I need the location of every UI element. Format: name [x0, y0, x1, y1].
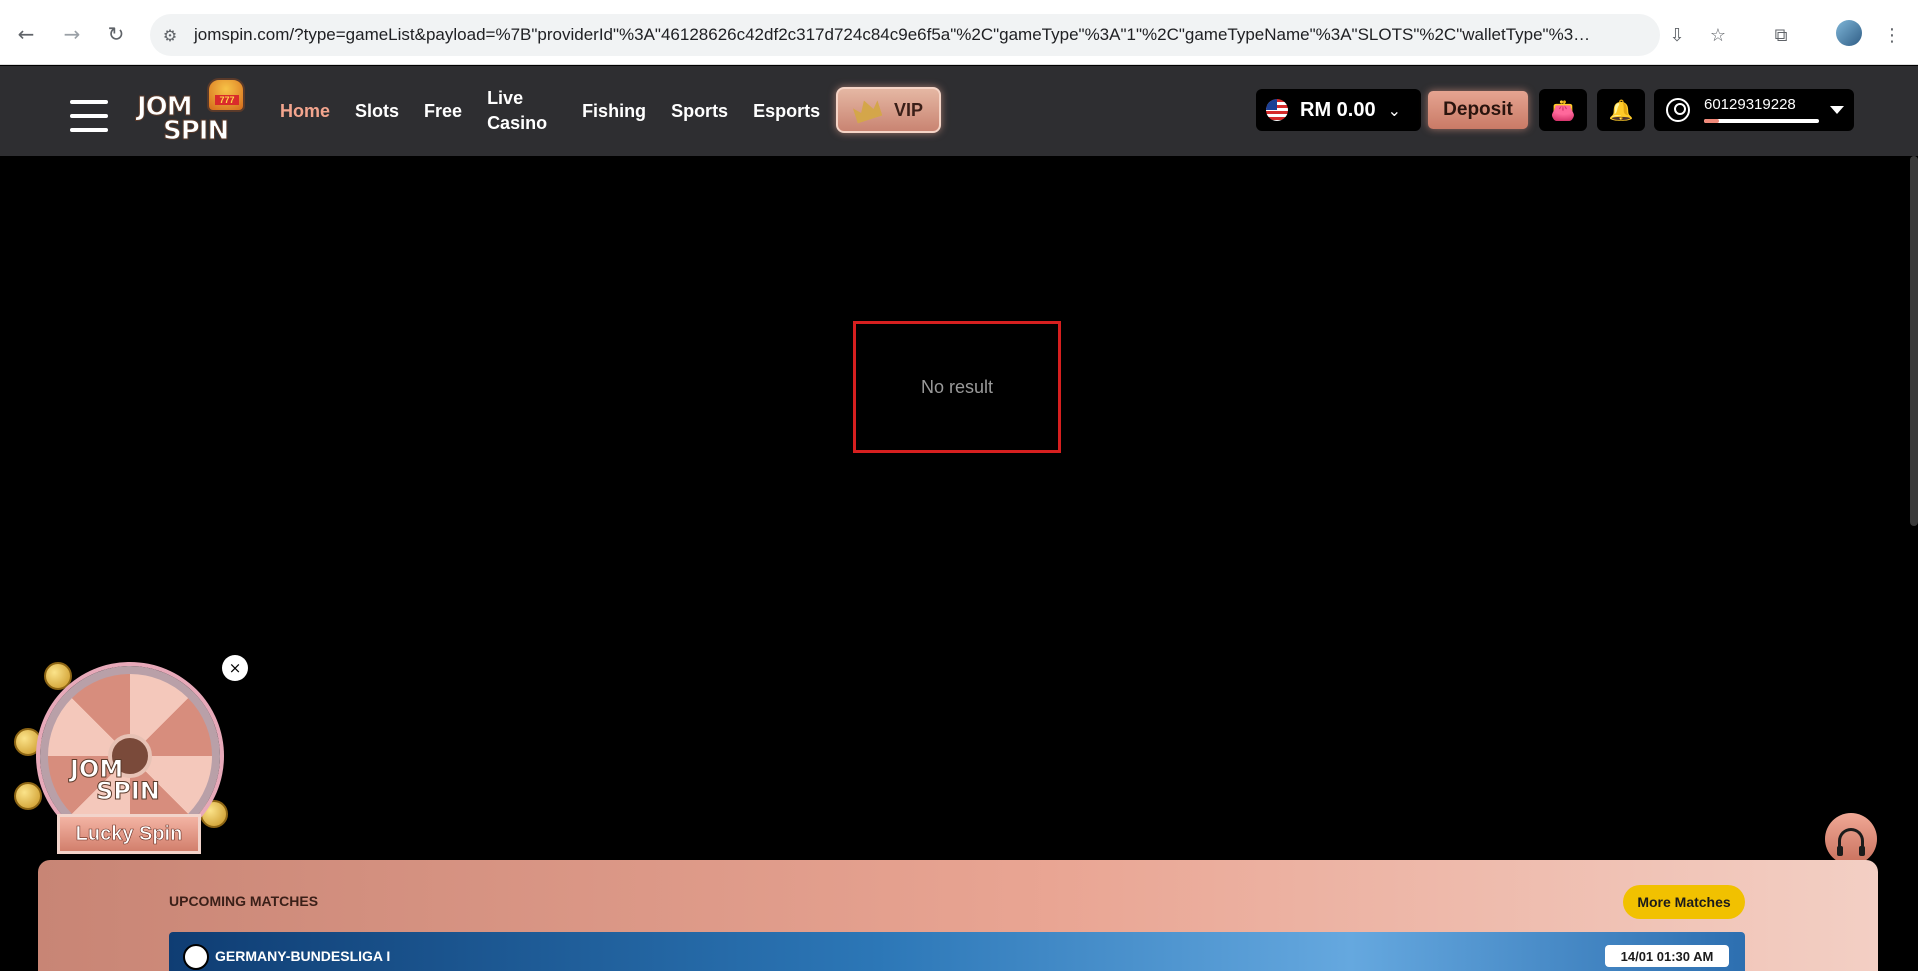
logo-slot-text: 777 [215, 95, 239, 105]
bell-icon[interactable]: 🔔 [1597, 89, 1645, 131]
extensions-icon[interactable]: ⧉ [1766, 20, 1796, 50]
coin-icon [14, 782, 42, 810]
address-bar[interactable]: ⚙ jomspin.com/?type=gameList&payload=%7B… [150, 14, 1660, 56]
level-progress-fill [1704, 119, 1719, 123]
url-text[interactable]: jomspin.com/?type=gameList&payload=%7B"p… [190, 25, 1600, 45]
profile-avatar[interactable] [1836, 20, 1862, 46]
vip-label: VIP [893, 99, 923, 120]
forward-icon[interactable]: → [56, 18, 88, 50]
nav-esports[interactable]: Esports [753, 99, 820, 124]
main-nav: Home Slots Free Live Casino Fishing Spor… [280, 66, 845, 156]
nav-slots[interactable]: Slots [355, 99, 399, 124]
wallet-icon[interactable]: 👛 [1539, 89, 1587, 131]
nav-free[interactable]: Free [424, 99, 462, 124]
slot-machine-icon: 777 [207, 78, 245, 112]
reload-icon[interactable]: ↻ [100, 18, 132, 50]
install-icon[interactable]: ⇩ [1662, 20, 1692, 50]
browser-menu-icon[interactable]: ⋮ [1877, 20, 1907, 50]
crown-icon [852, 96, 883, 123]
upcoming-matches-panel: UPCOMING MATCHES More Matches GERMANY-BU… [38, 860, 1878, 971]
user-account-dropdown[interactable]: 60129319228 [1654, 89, 1854, 131]
match-league: GERMANY-BUNDESLIGA I [215, 948, 391, 964]
hamburger-menu-icon[interactable] [70, 100, 108, 132]
deposit-button[interactable]: Deposit [1428, 91, 1528, 129]
match-time: 14/01 01:30 AM [1605, 945, 1729, 967]
close-icon[interactable]: × [222, 655, 248, 681]
upcoming-matches-title: UPCOMING MATCHES [169, 893, 319, 909]
site-header: 777 JOM SPIN Home Slots Free Live Casino… [0, 66, 1918, 156]
nav-fishing[interactable]: Fishing [582, 99, 646, 124]
back-icon[interactable]: ← [10, 18, 42, 50]
chevron-down-icon: ⌄ [1387, 100, 1401, 120]
nav-home[interactable]: Home [280, 99, 330, 124]
logo-text-spin: SPIN [162, 116, 229, 147]
site-info-icon[interactable]: ⚙ [150, 26, 190, 45]
coin-icon [14, 728, 42, 756]
page-scrollbar[interactable] [1910, 156, 1918, 526]
more-matches-button[interactable]: More Matches [1623, 885, 1745, 919]
caret-down-icon [1830, 106, 1844, 114]
coin-icon [44, 662, 72, 690]
level-progress-bar [1704, 119, 1819, 123]
username: 60129319228 [1704, 96, 1796, 113]
malaysia-flag-icon [1266, 99, 1288, 121]
bookmark-icon[interactable]: ☆ [1703, 20, 1733, 50]
no-result-highlight: No result [853, 321, 1061, 453]
lucky-spin-logo: JOM SPIN [69, 757, 161, 805]
lucky-spin-logo-spin: SPIN [96, 777, 161, 805]
vip-button[interactable]: VIP [836, 87, 941, 133]
user-icon [1666, 98, 1690, 122]
balance-amount: RM 0.00 [1300, 98, 1376, 121]
browser-toolbar: ← → ↻ ⚙ jomspin.com/?type=gameList&paylo… [0, 0, 1918, 65]
lucky-spin-button[interactable]: Lucky Spin [57, 814, 201, 854]
nav-live-casino[interactable]: Live Casino [487, 86, 557, 136]
no-result-text: No result [920, 376, 994, 397]
customer-support-headset-icon[interactable] [1825, 813, 1877, 865]
soccer-ball-icon [183, 944, 209, 970]
wallet-balance-dropdown[interactable]: RM 0.00 ⌄ [1256, 89, 1421, 131]
site-logo[interactable]: 777 JOM SPIN [135, 78, 253, 147]
match-card[interactable]: GERMANY-BUNDESLIGA I 14/01 01:30 AM [169, 932, 1745, 971]
nav-sports[interactable]: Sports [671, 99, 728, 124]
